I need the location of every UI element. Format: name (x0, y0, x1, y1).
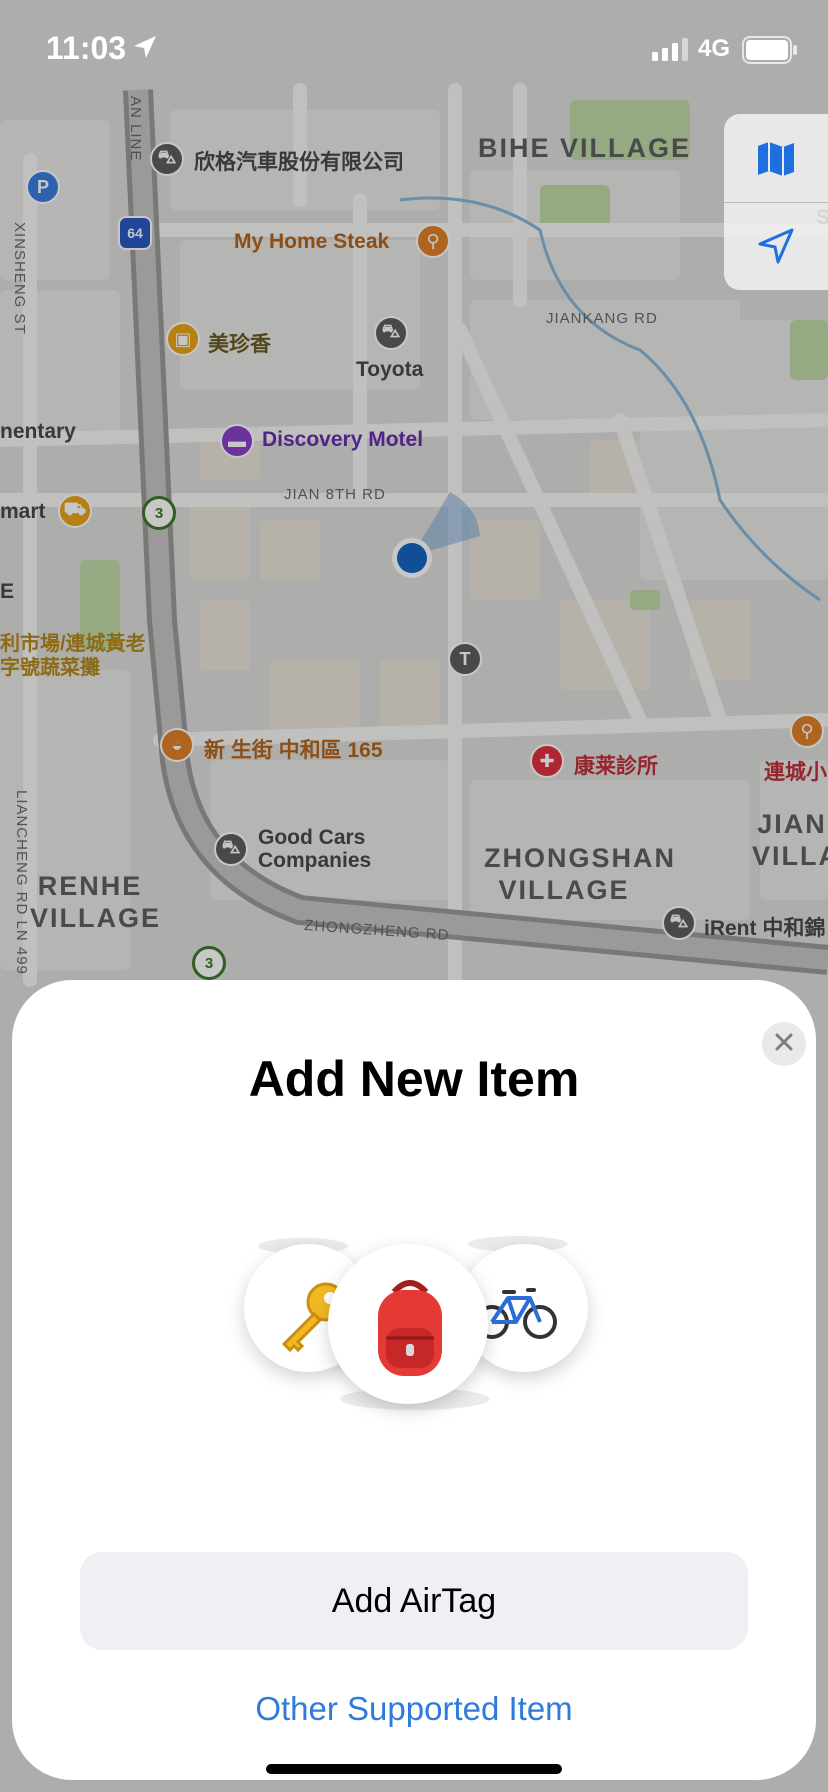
location-arrow-icon (132, 34, 158, 65)
other-supported-item-link[interactable]: Other Supported Item (12, 1690, 816, 1728)
network-type: 4G (698, 35, 731, 62)
home-indicator[interactable] (266, 1764, 562, 1774)
backpack-bubble (328, 1244, 488, 1404)
controls-divider (724, 202, 828, 203)
map-controls (724, 114, 828, 290)
signal-icon (652, 38, 690, 67)
sheet-title: Add New Item (248, 1051, 580, 1107)
status-bar: 11:03 4G (0, 0, 828, 96)
find-my-screen: ⛍ 欣格汽車股份有限公司 P BIHE VILLAGE 64 My Home S… (0, 0, 828, 1792)
battery-icon (742, 36, 798, 69)
map-mode-icon[interactable] (756, 140, 796, 183)
backpack-icon (370, 1272, 450, 1387)
location-arrow-icon[interactable] (756, 226, 796, 271)
status-time: 11:03 (46, 30, 127, 66)
add-airtag-button[interactable]: Add AirTag (80, 1552, 748, 1650)
